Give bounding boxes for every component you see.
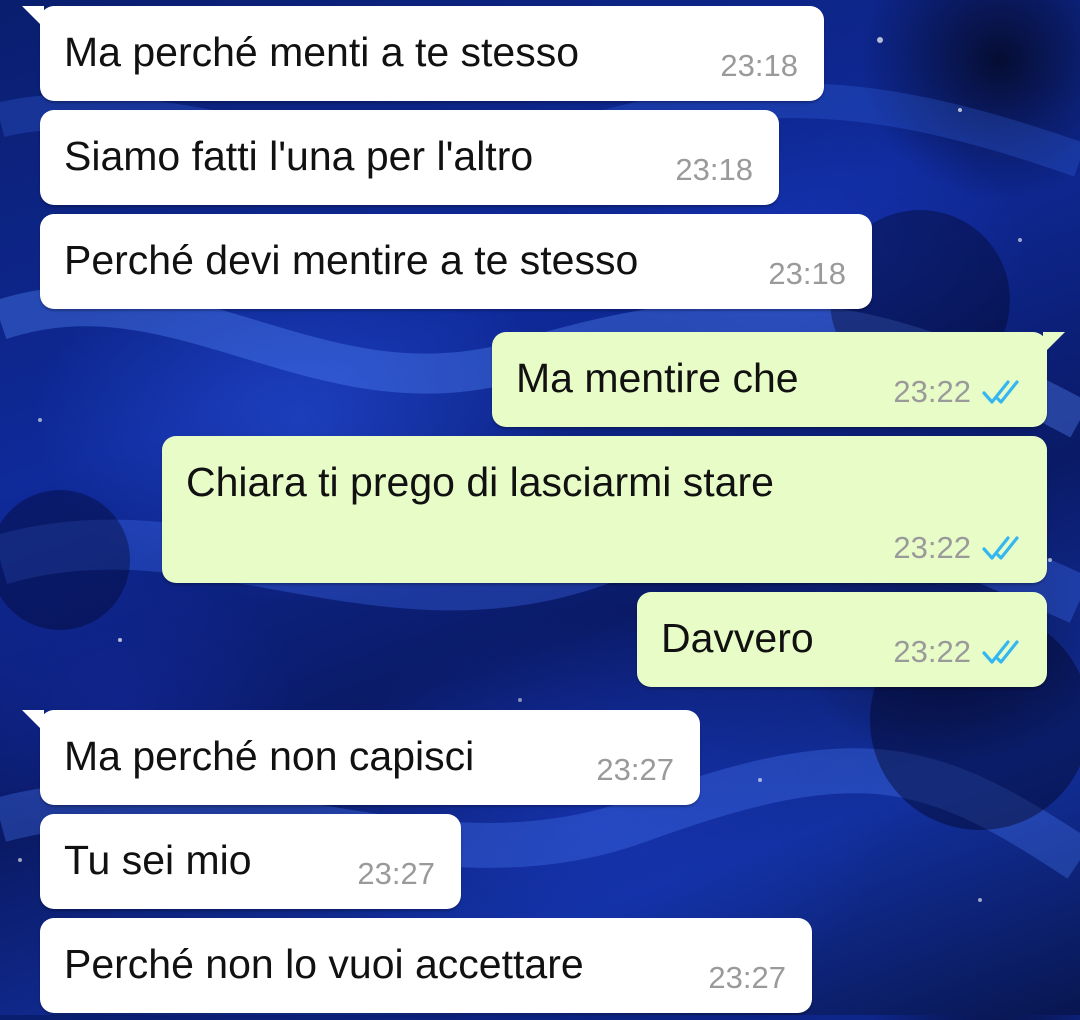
message-timestamp: 23:18 [720, 48, 798, 83]
message-text: Siamo fatti l'una per l'altro [64, 133, 534, 179]
message-text: Ma perché menti a te stesso [64, 29, 580, 75]
message-bubble-outgoing[interactable]: Davvero 23:22 [637, 592, 1047, 687]
message-text: Ma mentire che [516, 355, 799, 401]
message-timestamp: 23:27 [708, 960, 786, 995]
message-bubble-outgoing[interactable]: Chiara ti prego di lasciarmi stare 23:22 [162, 436, 1047, 583]
message-timestamp: 23:27 [357, 856, 435, 891]
message-timestamp: 23:27 [596, 752, 674, 787]
message-text: Perché non lo vuoi accettare [64, 941, 584, 987]
message-text: Perché devi mentire a te stesso [64, 237, 639, 283]
message-bubble-incoming[interactable]: Perché non lo vuoi accettare 23:27 [40, 918, 812, 1013]
message-bubble-incoming[interactable]: Perché devi mentire a te stesso 23:18 [40, 214, 872, 309]
message-text: Chiara ti prego di lasciarmi stare [186, 459, 774, 505]
message-timestamp: 23:22 [893, 634, 971, 669]
read-double-check-icon [982, 536, 1019, 560]
message-timestamp: 23:22 [893, 530, 971, 565]
message-bubble-incoming[interactable]: Siamo fatti l'una per l'altro 23:18 [40, 110, 779, 205]
message-bubble-incoming[interactable]: Ma perché non capisci 23:27 [22, 710, 700, 805]
message-text: Ma perché non capisci [64, 733, 475, 779]
message-timestamp: 23:18 [768, 256, 846, 291]
message-text: Davvero [661, 615, 814, 661]
message-bubble-incoming[interactable]: Tu sei mio 23:27 [40, 814, 461, 909]
message-bubble-incoming[interactable]: Ma perché menti a te stesso 23:18 [22, 6, 824, 101]
message-timestamp: 23:18 [675, 152, 753, 187]
read-double-check-icon [982, 640, 1019, 664]
message-bubble-outgoing[interactable]: Ma mentire che 23:22 [492, 332, 1065, 427]
read-double-check-icon [982, 380, 1019, 404]
message-timestamp: 23:22 [893, 374, 971, 409]
message-text: Tu sei mio [64, 837, 252, 883]
